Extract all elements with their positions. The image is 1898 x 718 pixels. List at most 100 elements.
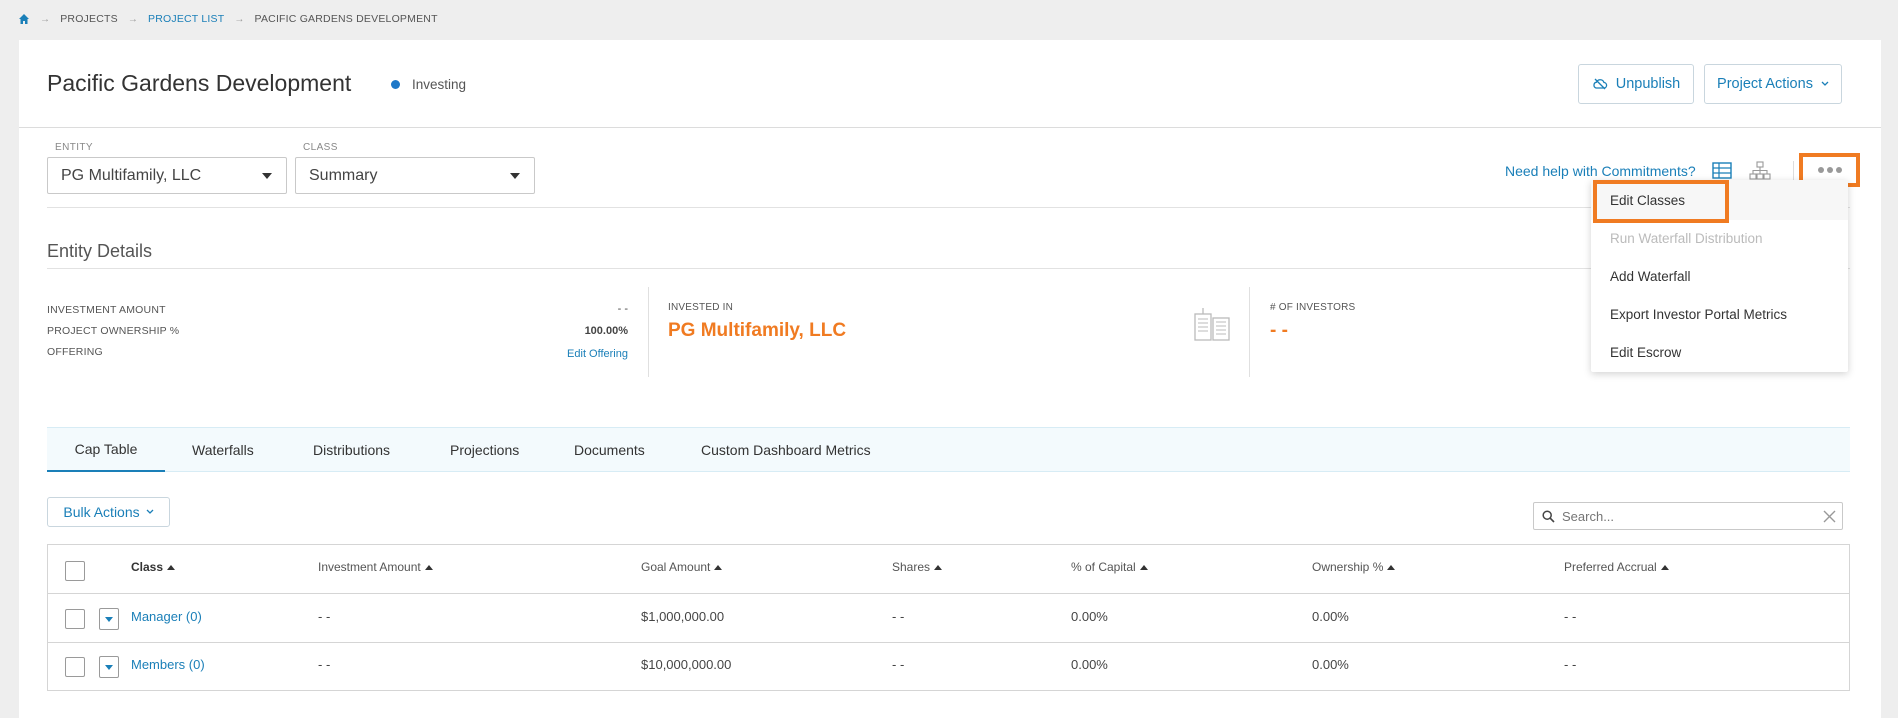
- bulk-actions-button[interactable]: Bulk Actions: [47, 497, 170, 527]
- menu-item-run-waterfall-distribution: Run Waterfall Distribution: [1610, 231, 1763, 246]
- select-all-checkbox[interactable]: [65, 561, 85, 581]
- row-expand-button[interactable]: [99, 656, 119, 678]
- row-expand-button[interactable]: [99, 608, 119, 630]
- cell-goal-amount: $1,000,000.00: [641, 609, 725, 624]
- cell-preferred-accrual: - -: [1564, 657, 1577, 672]
- caret-down-icon: [510, 172, 520, 179]
- entity-select-value: PG Multifamily, LLC: [61, 166, 202, 184]
- column-header-capital-pct[interactable]: % of Capital: [1071, 560, 1148, 574]
- entity-details-divider: [47, 268, 1850, 269]
- entity-label: ENTITY: [55, 142, 93, 153]
- cell-shares: - -: [892, 657, 905, 672]
- menu-item-export-investor-portal-metrics[interactable]: Export Investor Portal Metrics: [1610, 307, 1787, 322]
- row-checkbox[interactable]: [65, 657, 85, 677]
- page-title: Pacific Gardens Development: [47, 70, 352, 96]
- sort-asc-icon: [1139, 564, 1148, 570]
- breadcrumb-separator: →: [127, 13, 139, 25]
- cell-ownership-pct: 0.00%: [1312, 657, 1349, 672]
- caret-down-icon: [262, 172, 272, 179]
- tab-custom-dashboard-metrics[interactable]: Custom Dashboard Metrics: [701, 428, 871, 472]
- class-label: CLASS: [303, 142, 338, 153]
- details-divider: [1249, 287, 1250, 377]
- cap-table: Class Investment Amount Goal Amount Shar…: [47, 544, 1850, 691]
- tab-bar: Cap Table Waterfalls Distributions Proje…: [47, 427, 1850, 472]
- filters-divider: [47, 207, 1850, 208]
- entity-details-heading: Entity Details: [47, 241, 153, 261]
- column-header-shares[interactable]: Shares: [892, 560, 943, 574]
- row-divider: [48, 593, 1849, 594]
- menu-item-edit-escrow[interactable]: Edit Escrow: [1610, 345, 1681, 360]
- project-ownership-value: 100.00%: [584, 325, 628, 337]
- unpublish-button[interactable]: Unpublish: [1578, 64, 1694, 104]
- menu-item-add-waterfall[interactable]: Add Waterfall: [1610, 269, 1691, 284]
- column-header-class[interactable]: Class: [131, 560, 176, 574]
- investment-amount-label: INVESTMENT AMOUNT: [47, 304, 166, 316]
- sort-asc-icon: [714, 564, 723, 570]
- search-input[interactable]: [1562, 506, 1812, 526]
- cell-ownership-pct: 0.00%: [1312, 609, 1349, 624]
- search-box: [1533, 502, 1843, 530]
- class-link-members[interactable]: Members (0): [131, 657, 205, 672]
- cloud-off-icon: [1593, 78, 1607, 90]
- commitments-help-link[interactable]: Need help with Commitments?: [1505, 163, 1696, 179]
- class-select[interactable]: Summary: [295, 157, 535, 194]
- tab-waterfalls[interactable]: Waterfalls: [192, 428, 254, 472]
- sort-asc-icon: [1387, 564, 1396, 570]
- class-link-manager[interactable]: Manager (0): [131, 609, 202, 624]
- cell-capital-pct: 0.00%: [1071, 609, 1108, 624]
- edit-offering-link[interactable]: Edit Offering: [528, 348, 628, 360]
- cell-preferred-accrual: - -: [1564, 609, 1577, 624]
- status-label: Investing: [412, 77, 467, 92]
- entity-select[interactable]: PG Multifamily, LLC: [47, 157, 287, 194]
- details-divider: [648, 287, 649, 377]
- column-header-preferred-accrual[interactable]: Preferred Accrual: [1564, 560, 1669, 574]
- caret-down-icon: [105, 664, 113, 670]
- sort-asc-icon: [167, 564, 176, 570]
- search-icon: [1542, 510, 1555, 523]
- buildings-icon: [1194, 308, 1230, 341]
- home-icon[interactable]: [18, 13, 30, 25]
- column-header-investment-amount[interactable]: Investment Amount: [318, 560, 433, 574]
- invested-in-link[interactable]: PG Multifamily, LLC: [668, 320, 846, 342]
- breadcrumb-separator: →: [234, 13, 245, 25]
- project-actions-label: Project Actions: [1717, 76, 1813, 92]
- breadcrumb-project-list[interactable]: PROJECT LIST: [148, 13, 224, 25]
- investors-value: - -: [1270, 320, 1288, 341]
- header-divider: [19, 127, 1881, 128]
- breadcrumb-current: PACIFIC GARDENS DEVELOPMENT: [254, 13, 438, 25]
- edit-classes-highlight: [1593, 180, 1729, 223]
- row-divider: [48, 642, 1849, 643]
- project-ownership-label: PROJECT OWNERSHIP %: [47, 325, 180, 337]
- row-checkbox[interactable]: [65, 609, 85, 629]
- class-select-value: Summary: [309, 166, 378, 184]
- sort-asc-icon: [1660, 564, 1669, 570]
- cell-investment-amount: - -: [318, 657, 331, 672]
- cell-shares: - -: [892, 609, 905, 624]
- offering-label: OFFERING: [47, 346, 103, 358]
- investors-label: # OF INVESTORS: [1270, 302, 1356, 313]
- invested-in-label: INVESTED IN: [668, 302, 733, 313]
- chevron-down-icon: [146, 509, 154, 514]
- column-header-goal-amount[interactable]: Goal Amount: [641, 560, 723, 574]
- tab-cap-table[interactable]: Cap Table: [47, 428, 165, 472]
- sort-asc-icon: [424, 564, 433, 570]
- cell-goal-amount: $10,000,000.00: [641, 657, 732, 672]
- more-options-icon: [1817, 167, 1842, 173]
- tab-documents[interactable]: Documents: [574, 428, 645, 472]
- cell-investment-amount: - -: [318, 609, 331, 624]
- bulk-actions-label: Bulk Actions: [63, 504, 140, 520]
- tab-projections[interactable]: Projections: [450, 428, 519, 472]
- breadcrumb-projects[interactable]: PROJECTS: [60, 13, 118, 25]
- cell-capital-pct: 0.00%: [1071, 657, 1108, 672]
- status-dot-icon: [391, 80, 400, 89]
- caret-down-icon: [105, 616, 113, 622]
- tab-distributions[interactable]: Distributions: [313, 428, 390, 472]
- column-header-ownership-pct[interactable]: Ownership %: [1312, 560, 1396, 574]
- project-actions-button[interactable]: Project Actions: [1704, 64, 1842, 104]
- clear-search-icon[interactable]: [1823, 510, 1836, 523]
- hierarchy-icon[interactable]: [1749, 161, 1771, 180]
- unpublish-label: Unpublish: [1615, 76, 1681, 92]
- investment-amount-value: - -: [617, 303, 628, 315]
- sort-asc-icon: [934, 564, 943, 570]
- table-view-icon[interactable]: [1712, 162, 1732, 179]
